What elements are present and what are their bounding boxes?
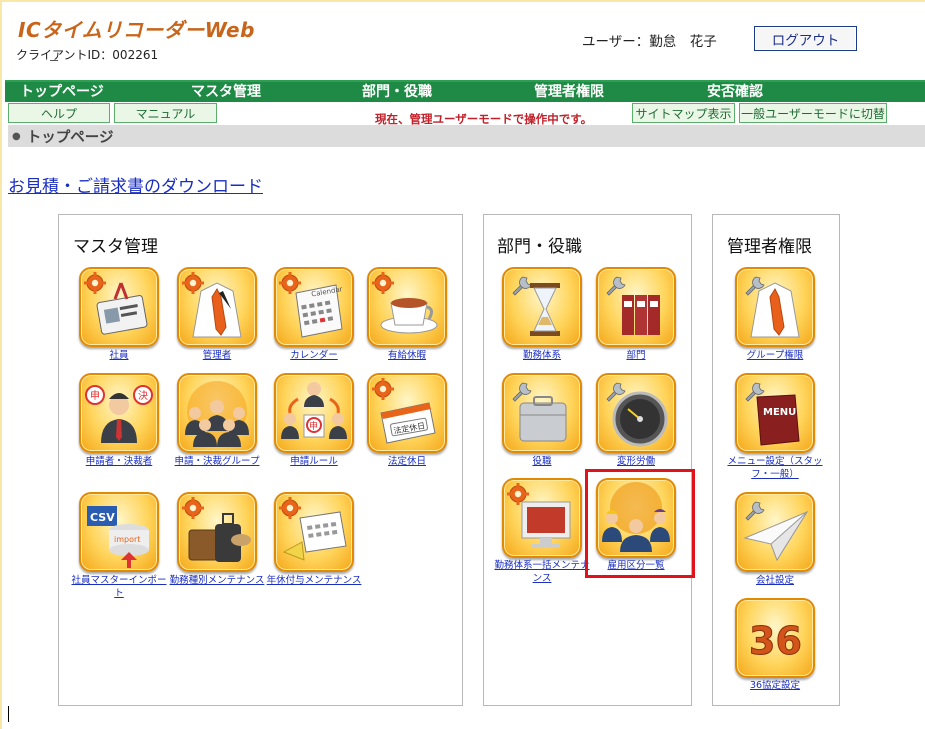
tile-label-paid-leave[interactable]: 有給休暇 <box>357 349 457 362</box>
tile-label-department[interactable]: 部門 <box>586 349 686 362</box>
top-border <box>0 0 925 2</box>
shirt-tie-icon[interactable] <box>177 267 257 347</box>
luggage-icon[interactable] <box>177 492 257 572</box>
tile-label-admin[interactable]: 管理者 <box>167 349 267 362</box>
switch-mode-button[interactable]: 一般ユーザーモードに切替 <box>739 103 887 123</box>
menu-book-icon[interactable]: MENU <box>735 373 815 453</box>
coffee-cup-icon[interactable] <box>367 267 447 347</box>
download-invoice-link[interactable]: お見積・ご請求書のダウンロード <box>8 172 263 197</box>
monitor-icon[interactable] <box>502 478 582 558</box>
tile-label-work-type[interactable]: 勤務種別メンテナンス <box>167 574 267 587</box>
tile-label-calendar[interactable]: カレンダー <box>264 349 364 362</box>
panel-admin-title: 管理者権限 <box>727 237 812 257</box>
stamp-left: 申 <box>90 389 100 402</box>
number-36-icon[interactable]: 36 <box>735 598 815 678</box>
main-nav: トップページ マスタ管理 部門・役職 管理者権限 安否確認 <box>5 80 925 102</box>
client-id-mark <box>50 60 58 61</box>
paper-plane-icon[interactable] <box>735 492 815 572</box>
sub-toolbar: ヘルプ マニュアル 現在、管理ユーザーモードで操作中です。 サイトマップ表示 一… <box>0 102 925 126</box>
bullet-icon: ● <box>12 130 21 142</box>
breadcrumb: ● トップページ <box>8 125 925 147</box>
group-people-icon[interactable] <box>177 373 257 453</box>
binders-icon[interactable] <box>596 267 676 347</box>
num36-text: 36 <box>749 619 802 663</box>
nav-dept[interactable]: 部門・役職 <box>362 82 432 102</box>
nav-admin[interactable]: 管理者権限 <box>534 82 604 102</box>
tile-label-menu-settings[interactable]: メニュー設定（スタッフ・一般） <box>725 455 825 481</box>
briefcase-icon[interactable] <box>502 373 582 453</box>
tile-label-statutory-holiday[interactable]: 法定休日 <box>357 455 457 468</box>
holiday-calendar-icon[interactable]: 法定休日 <box>367 373 447 453</box>
tile-label-work-system-bulk[interactable]: 勤務体系一括メンテナンス <box>492 559 592 585</box>
approver-person-icon[interactable]: 申 決 <box>79 373 159 453</box>
employee-card-icon[interactable] <box>79 267 159 347</box>
csv-text: CSV <box>90 511 115 524</box>
calendar-megaphone-icon[interactable] <box>274 492 354 572</box>
tile-label-employee[interactable]: 社員 <box>69 349 169 362</box>
selection-highlight <box>585 469 695 578</box>
import-text: import <box>114 535 140 544</box>
user-label: ユーザー：勤怠 花子 <box>582 34 717 50</box>
tile-label-group-permission[interactable]: グループ権限 <box>725 349 825 362</box>
nav-master[interactable]: マスタ管理 <box>191 82 261 102</box>
application-rule-icon[interactable]: 申 <box>274 373 354 453</box>
text-caret <box>8 706 9 722</box>
tile-label-position[interactable]: 役職 <box>492 455 592 468</box>
manual-button[interactable]: マニュアル <box>114 103 217 123</box>
tile-label-work-system[interactable]: 勤務体系 <box>492 349 592 362</box>
tile-label-annual-leave[interactable]: 年休付与メンテナンス <box>264 574 364 587</box>
tile-label-applicant[interactable]: 申請者・決裁者 <box>69 455 169 468</box>
tile-label-approval-group[interactable]: 申請・決裁グループ <box>167 455 267 468</box>
tile-label-company-settings[interactable]: 会社設定 <box>725 574 825 587</box>
client-id-text: クライアントID：002261 <box>16 48 159 62</box>
client-id: クライアントID：002261 <box>16 46 158 63</box>
sitemap-button[interactable]: サイトマップ表示 <box>632 103 735 123</box>
tile-label-application-rule[interactable]: 申請ルール <box>264 455 364 468</box>
panel-master-title: マスタ管理 <box>73 237 158 257</box>
app-title: ICタイムリコーダーWeb <box>18 18 255 42</box>
logout-button[interactable]: ログアウト <box>754 26 857 51</box>
tile-label-employee-import[interactable]: 社員マスターインポート <box>69 574 169 600</box>
tile-label-variable-work[interactable]: 変形労働 <box>586 455 686 468</box>
tile-label-36-agreement[interactable]: 36協定設定 <box>725 679 825 692</box>
nav-top-page[interactable]: トップページ <box>20 82 104 102</box>
stamp-mid: 申 <box>309 420 318 432</box>
panel-dept-title: 部門・役職 <box>497 237 582 257</box>
csv-import-icon[interactable]: CSV import <box>79 492 159 572</box>
shirt-tie-icon-admin[interactable] <box>735 267 815 347</box>
calendar-icon[interactable]: Calendar <box>274 267 354 347</box>
menu-text: MENU <box>763 407 796 418</box>
speedometer-icon[interactable] <box>596 373 676 453</box>
hourglass-icon[interactable] <box>502 267 582 347</box>
stamp-right: 決 <box>138 390 148 402</box>
help-button[interactable]: ヘルプ <box>8 103 110 123</box>
nav-safety[interactable]: 安否確認 <box>707 82 763 102</box>
breadcrumb-label: トップページ <box>26 129 114 146</box>
